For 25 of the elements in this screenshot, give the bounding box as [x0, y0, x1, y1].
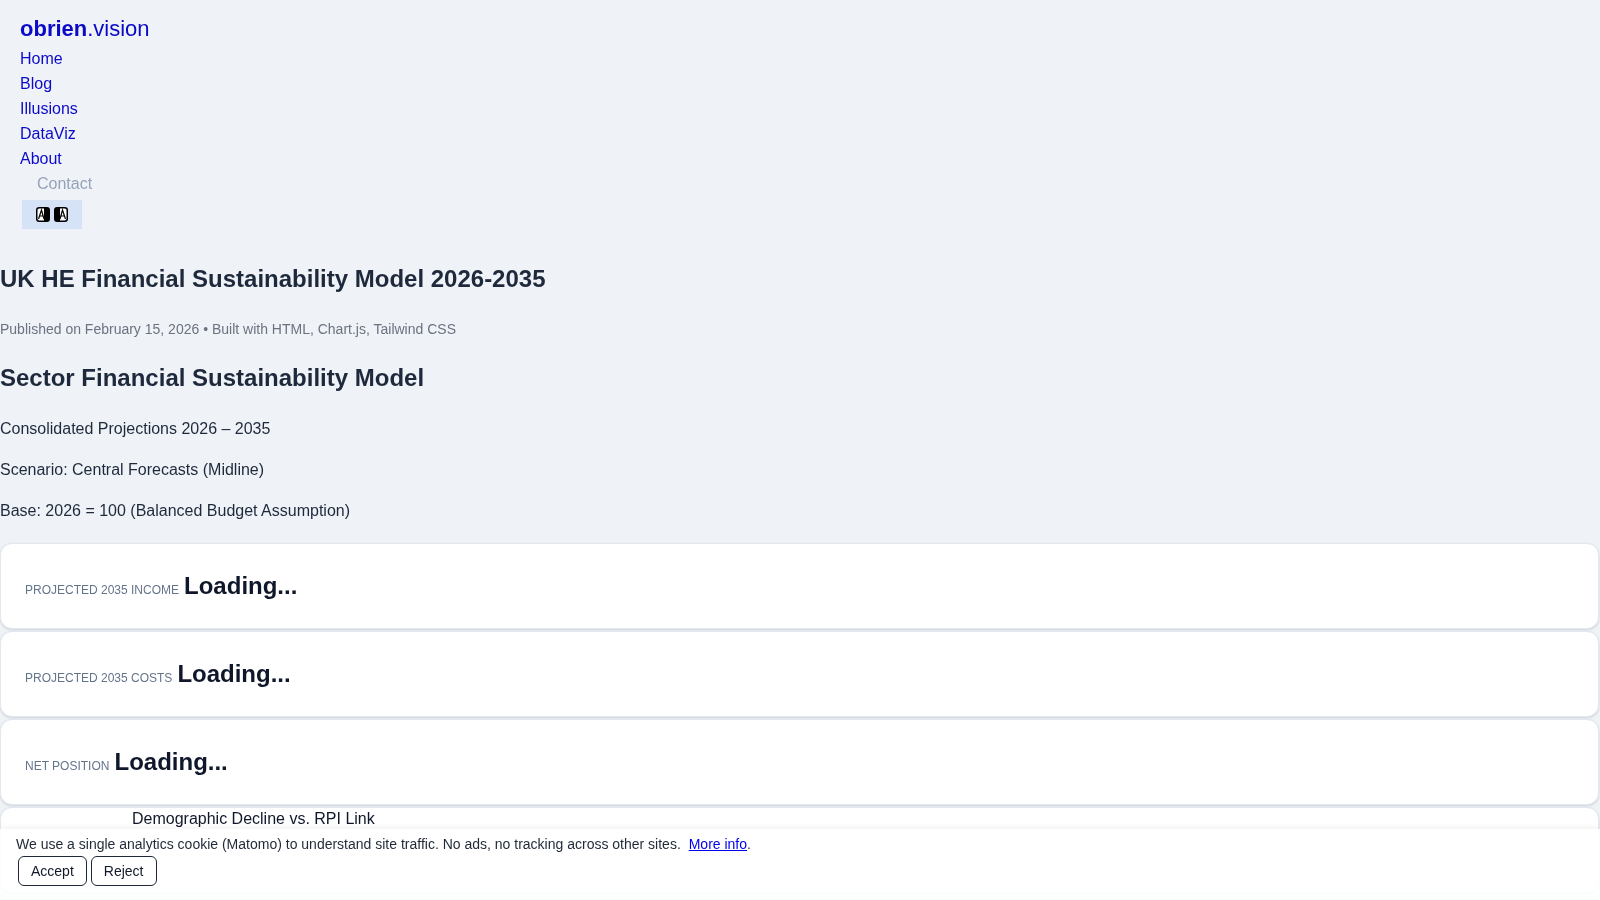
stat-label: PROJECTED 2035 COSTS: [25, 670, 173, 686]
stat-label: NET POSITION: [25, 758, 110, 774]
model-note: Scenario: Central Forecasts (Midline): [0, 460, 266, 480]
stat-label: PROJECTED 2035 INCOME: [25, 582, 180, 598]
contrast-icon: [54, 207, 68, 222]
cookie-button[interactable]: Reject: [90, 856, 157, 886]
cookie-notice: We use a single analytics cookie (Matomo) to understand site traffic. No ads, no tracking across other sites. More info.: [16, 835, 752, 854]
nav-link[interactable]: Blog: [20, 71, 53, 96]
nav-link[interactable]: Home: [20, 46, 63, 71]
post-meta: Published on February 15, 2026 • Built with HTML, Chart.js, Tailwind CSS: [0, 320, 457, 339]
model-note: Base: 2026 = 100 (Balanced Budget Assumption): [0, 501, 351, 521]
nav-link[interactable]: About: [20, 146, 62, 171]
page-title: UK HE Financial Sustainability Model 2026-2035: [0, 264, 547, 294]
section-heading: Sector Financial Sustainability Model: [0, 363, 426, 393]
stat-value: Loading...: [177, 659, 291, 689]
site-logo[interactable]: obrien.vision: [20, 15, 150, 43]
stat-value: Loading...: [114, 747, 228, 777]
cookie-button[interactable]: Accept: [18, 856, 87, 886]
nav-link[interactable]: DataViz: [20, 121, 76, 146]
model-note: Consolidated Projections 2026 – 2035: [0, 419, 272, 439]
stat-value: Demographic Decline vs. RPI Link: [132, 809, 375, 829]
contrast-icon: [36, 207, 50, 222]
nav-link[interactable]: Illusions: [20, 96, 78, 121]
stat-value: Loading...: [184, 571, 298, 601]
theme-toggle-button[interactable]: [22, 200, 82, 229]
